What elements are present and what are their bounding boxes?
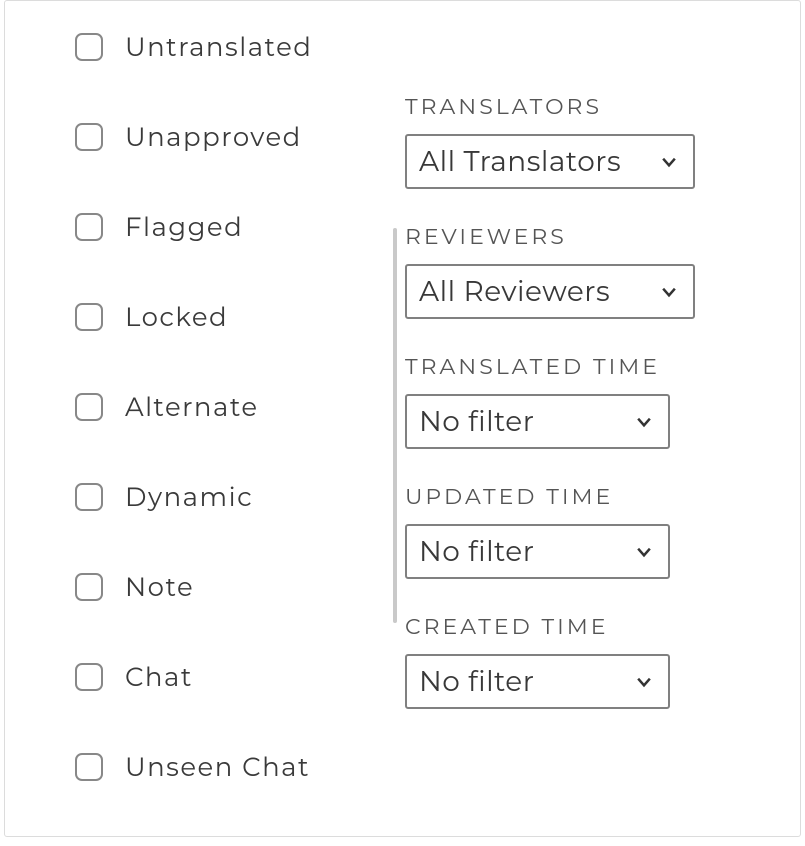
filter-panel: Untranslated Unapproved Flagged Locked A… (4, 0, 801, 837)
label-translated-time: TRANSLATED TIME (405, 353, 725, 380)
label-reviewers: REVIEWERS (405, 223, 725, 250)
select-reviewers[interactable]: All Reviewers (405, 264, 695, 319)
field-translators: TRANSLATORS All Translators (405, 93, 725, 189)
checkbox-row-alternate: Alternate (75, 391, 405, 423)
checkbox-row-chat: Chat (75, 661, 405, 693)
select-value-translators: All Translators (419, 145, 621, 179)
scrollbar[interactable] (393, 228, 397, 623)
dropdown-column: TRANSLATORS All Translators REVIEWERS Al… (405, 21, 725, 836)
checkbox-label-dynamic[interactable]: Dynamic (125, 481, 253, 513)
select-updated-time[interactable]: No filter (405, 524, 670, 579)
checkbox-unapproved[interactable] (75, 123, 103, 151)
field-reviewers: REVIEWERS All Reviewers (405, 223, 725, 319)
chevron-down-icon (659, 152, 679, 172)
checkbox-locked[interactable] (75, 303, 103, 331)
select-translated-time[interactable]: No filter (405, 394, 670, 449)
checkbox-row-unseen-chat: Unseen Chat (75, 751, 405, 783)
checkbox-untranslated[interactable] (75, 33, 103, 61)
label-updated-time: UPDATED TIME (405, 483, 725, 510)
checkbox-note[interactable] (75, 573, 103, 601)
checkbox-label-chat[interactable]: Chat (125, 661, 193, 693)
chevron-down-icon (634, 412, 654, 432)
select-value-created-time: No filter (419, 665, 534, 699)
checkbox-label-locked[interactable]: Locked (125, 301, 228, 333)
checkbox-column: Untranslated Unapproved Flagged Locked A… (75, 21, 405, 836)
select-value-translated-time: No filter (419, 405, 534, 439)
select-value-updated-time: No filter (419, 535, 534, 569)
checkbox-row-unapproved: Unapproved (75, 121, 405, 153)
checkbox-label-flagged[interactable]: Flagged (125, 211, 243, 243)
checkbox-label-alternate[interactable]: Alternate (125, 391, 259, 423)
field-updated-time: UPDATED TIME No filter (405, 483, 725, 579)
checkbox-dynamic[interactable] (75, 483, 103, 511)
checkbox-row-note: Note (75, 571, 405, 603)
checkbox-label-unseen-chat[interactable]: Unseen Chat (125, 751, 310, 783)
field-translated-time: TRANSLATED TIME No filter (405, 353, 725, 449)
chevron-down-icon (634, 672, 654, 692)
checkbox-unseen-chat[interactable] (75, 753, 103, 781)
checkbox-label-note[interactable]: Note (125, 571, 194, 603)
checkbox-label-unapproved[interactable]: Unapproved (125, 121, 302, 153)
checkbox-row-flagged: Flagged (75, 211, 405, 243)
chevron-down-icon (659, 282, 679, 302)
chevron-down-icon (634, 542, 654, 562)
checkbox-row-untranslated: Untranslated (75, 31, 405, 63)
select-translators[interactable]: All Translators (405, 134, 695, 189)
label-created-time: CREATED TIME (405, 613, 725, 640)
label-translators: TRANSLATORS (405, 93, 725, 120)
select-value-reviewers: All Reviewers (419, 275, 610, 309)
checkbox-alternate[interactable] (75, 393, 103, 421)
select-created-time[interactable]: No filter (405, 654, 670, 709)
checkbox-row-dynamic: Dynamic (75, 481, 405, 513)
checkbox-flagged[interactable] (75, 213, 103, 241)
checkbox-chat[interactable] (75, 663, 103, 691)
checkbox-row-locked: Locked (75, 301, 405, 333)
checkbox-label-untranslated[interactable]: Untranslated (125, 31, 312, 63)
field-created-time: CREATED TIME No filter (405, 613, 725, 709)
